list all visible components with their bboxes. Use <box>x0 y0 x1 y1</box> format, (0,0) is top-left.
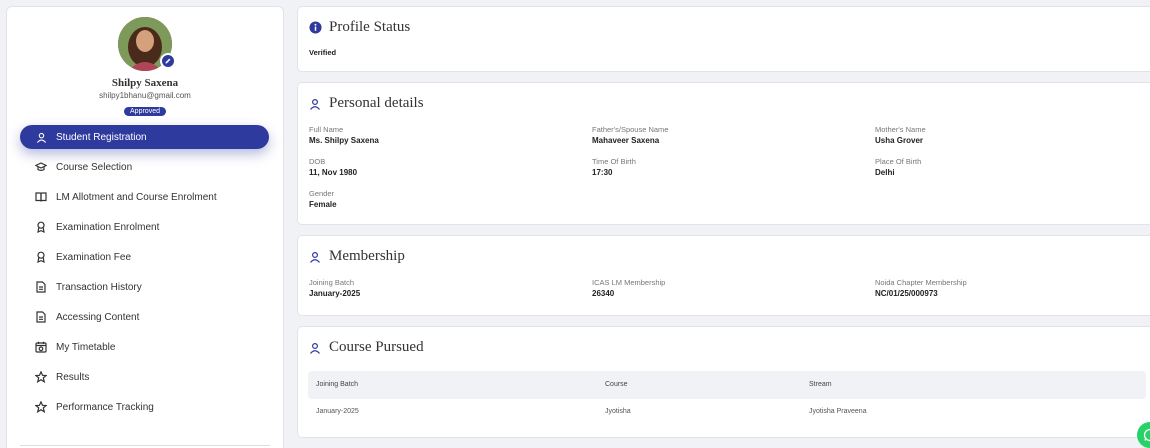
field-value: Usha Grover <box>875 136 924 145</box>
column-header: Stream <box>809 381 832 388</box>
sidebar-item-label: My Timetable <box>56 341 116 353</box>
sidebar-item-examination-enrolment[interactable]: Examination Enrolment <box>20 215 269 239</box>
app: Shilpy Saxena shilpy1bhanu@gmail.com App… <box>0 0 1150 448</box>
joining-batch-field: Joining Batch January-2025 <box>309 278 360 298</box>
info-icon <box>308 21 322 35</box>
field-value: 11, Nov 1980 <box>309 168 358 177</box>
membership-title: Membership <box>329 248 405 264</box>
field-label: Place Of Birth <box>875 157 922 166</box>
sidebar-item-performance-tracking[interactable]: Performance Tracking <box>20 395 269 419</box>
sidebar-item-label: Course Selection <box>56 161 133 173</box>
field-value: Mahaveer Saxena <box>592 136 660 145</box>
document-icon <box>34 280 48 294</box>
sidebar-item-my-timetable[interactable]: My Timetable <box>20 335 269 359</box>
column-header: Joining Batch <box>316 381 359 388</box>
field-value: NC/01/25/000973 <box>875 289 938 298</box>
field-value: Delhi <box>875 168 895 177</box>
profile-status-value: Verified <box>309 48 337 57</box>
father-name-field: Father's/Spouse Name Mahaveer Saxena <box>592 125 668 145</box>
noida-membership-field: Noida Chapter Membership NC/01/25/000973 <box>875 278 967 298</box>
sidebar-item-label: Transaction History <box>56 281 142 293</box>
sidebar-item-label: Student Registration <box>56 131 147 143</box>
field-value: January-2025 <box>309 289 361 298</box>
icas-membership-field: ICAS LM Membership 26340 <box>592 278 665 298</box>
field-label: DOB <box>309 157 326 166</box>
field-label: ICAS LM Membership <box>592 278 666 287</box>
dob-field: DOB 11, Nov 1980 <box>309 157 357 177</box>
sidebar-item-student-registration[interactable]: Student Registration <box>20 125 269 149</box>
avatar-wrap <box>118 17 176 71</box>
divider <box>20 445 270 446</box>
field-value: Female <box>309 200 337 209</box>
edit-avatar-button[interactable] <box>160 53 176 69</box>
gender-field: Gender Female <box>309 189 337 209</box>
membership-card: Membership Joining Batch January-2025 IC… <box>297 235 1150 316</box>
table-cell: January-2025 <box>316 408 359 415</box>
sidebar-item-examination-fee[interactable]: Examination Fee <box>20 245 269 269</box>
profile-status-card: Profile Status Verified <box>297 6 1150 72</box>
table-cell: Jyotisha Praveena <box>809 408 867 415</box>
sidebar-item-accessing-content[interactable]: Accessing Content <box>20 305 269 329</box>
sidebar-item-transaction-history[interactable]: Transaction History <box>20 275 269 299</box>
field-value: 26340 <box>592 289 615 298</box>
award-icon <box>34 220 48 234</box>
sidebar: Shilpy Saxena shilpy1bhanu@gmail.com App… <box>6 6 284 448</box>
sidebar-item-label: Results <box>56 371 90 383</box>
chat-button[interactable] <box>1137 422 1150 448</box>
sidebar-item-label: Examination Enrolment <box>56 221 160 233</box>
sidebar-item-label: Examination Fee <box>56 251 132 263</box>
pencil-icon <box>165 58 171 64</box>
sidebar-item-label: LM Allotment and Course Enrolment <box>56 191 217 203</box>
full-name-field: Full Name Ms. Shilpy Saxena <box>309 125 379 145</box>
field-value: Ms. Shilpy Saxena <box>309 136 379 145</box>
profile-block: Shilpy Saxena shilpy1bhanu@gmail.com App… <box>7 7 283 118</box>
status-badge: Approved <box>124 107 166 116</box>
star-icon <box>34 370 48 384</box>
personal-details-title: Personal details <box>329 95 424 111</box>
table-cell: Jyotisha <box>605 408 631 415</box>
field-label: Noida Chapter Membership <box>875 278 967 287</box>
person-icon <box>34 130 48 144</box>
card-title: Profile Status <box>308 19 410 36</box>
user-name: Shilpy Saxena <box>111 77 179 89</box>
column-header: Course <box>605 381 628 388</box>
card-title: Membership <box>308 248 405 265</box>
person-icon <box>308 250 322 264</box>
star-icon <box>34 400 48 414</box>
course-pursued-card: Course Pursued Joining Batch Course Stre… <box>297 326 1150 438</box>
user-email: shilpy1bhanu@gmail.com <box>99 91 191 100</box>
place-of-birth-field: Place Of Birth Delhi <box>875 157 921 177</box>
field-label: Gender <box>309 189 335 198</box>
field-label: Time Of Birth <box>592 157 636 166</box>
whatsapp-icon <box>1143 428 1150 442</box>
open-book-icon <box>34 190 48 204</box>
graduation-cap-icon <box>34 160 48 174</box>
person-icon <box>308 97 322 111</box>
person-icon <box>308 341 322 355</box>
field-label: Father's/Spouse Name <box>592 125 669 134</box>
sidebar-item-label: Accessing Content <box>56 311 140 323</box>
award-icon <box>34 250 48 264</box>
field-label: Mother's Name <box>875 125 926 134</box>
document-icon <box>34 310 48 324</box>
field-label: Full Name <box>309 125 344 134</box>
sidebar-nav: Student Registration Course Selection LM… <box>7 125 283 419</box>
personal-details-card: Personal details Full Name Ms. Shilpy Sa… <box>297 82 1150 225</box>
sidebar-item-course-selection[interactable]: Course Selection <box>20 155 269 179</box>
course-pursued-title: Course Pursued <box>329 339 424 355</box>
mother-name-field: Mother's Name Usha Grover <box>875 125 926 145</box>
calendar-icon <box>34 340 48 354</box>
field-value: 17:30 <box>592 168 613 177</box>
field-label: Joining Batch <box>309 278 355 287</box>
sidebar-item-lm-allotment[interactable]: LM Allotment and Course Enrolment <box>20 185 269 209</box>
profile-status-title: Profile Status <box>329 19 411 35</box>
table-header: Joining Batch Course Stream <box>308 371 1146 399</box>
sidebar-item-label: Performance Tracking <box>56 401 154 413</box>
card-title: Personal details <box>308 95 424 112</box>
time-of-birth-field: Time Of Birth 17:30 <box>592 157 636 177</box>
card-title: Course Pursued <box>308 339 424 356</box>
sidebar-item-results[interactable]: Results <box>20 365 269 389</box>
